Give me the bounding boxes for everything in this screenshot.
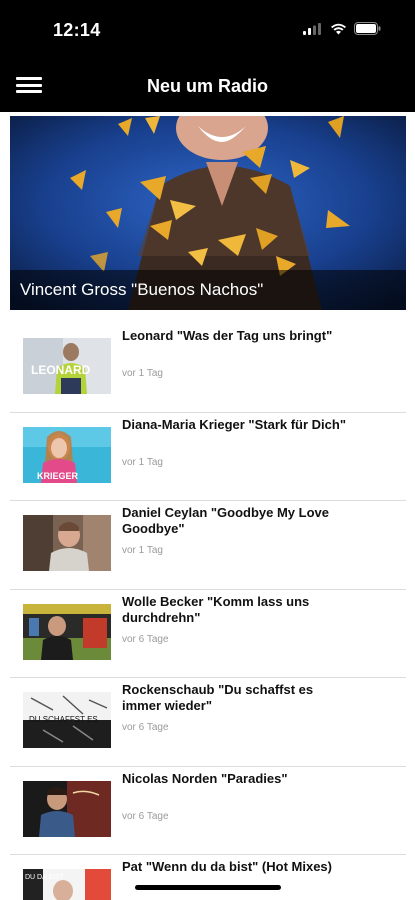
list-item-title: Nicolas Norden "Paradies": [122, 770, 288, 786]
thumbnail-image: [23, 515, 111, 571]
list-item-title: Diana-Maria Krieger "Stark für Dich": [122, 416, 347, 432]
list-item-title: Leonard "Was der Tag uns bringt": [122, 328, 333, 343]
home-indicator[interactable]: [135, 885, 281, 890]
list-item-time: vor 1 Tag: [122, 456, 163, 468]
list-item-title: Pat "Wenn du da bist" (Hot Mixes): [122, 859, 332, 874]
list-item-time: vor 6 Tage: [122, 722, 169, 733]
page-title: Neu um Radio: [146, 76, 268, 96]
status-icons: [303, 22, 381, 35]
hero-card[interactable]: Vincent Gross "Buenos Nachos": [10, 116, 406, 310]
svg-text:DU SCHAFFST ES: DU SCHAFFST ES: [29, 715, 98, 724]
list-item-time: vor 6 Tage: [122, 633, 169, 645]
signal-icon: [303, 22, 321, 35]
status-bar: 12:14: [0, 0, 415, 60]
list-item-time: vor 1 Tag: [122, 368, 163, 379]
list-item-title: Wolle Becker "Komm lass uns durchdrehn": [122, 593, 310, 625]
hero-title[interactable]: Vincent Gross "Buenos Nachos": [20, 280, 263, 300]
list-item[interactable]: LEONARD Leonard "Was der Tag uns bringt"…: [10, 324, 406, 413]
list-item-title: Rockenschaub "Du schaffst es immer wiede…: [122, 682, 314, 713]
thumbnail-image: [23, 603, 111, 660]
thumbnail-image: DU SCHAFFST ES: [23, 692, 111, 748]
thumbnail-image: DU DA BIST: [23, 869, 111, 900]
thumbnail-image: LEONARD: [23, 338, 111, 394]
list-item-time: vor 6 Tage: [122, 810, 169, 822]
list-item[interactable]: Nicolas Norden "Paradies" vor 6 Tage: [10, 767, 406, 855]
list-item[interactable]: DU SCHAFFST ES Rockenschaub "Du schaffst…: [10, 678, 406, 767]
list-item[interactable]: Wolle Becker "Komm lass uns durchdrehn" …: [10, 590, 406, 678]
content-area[interactable]: Vincent Gross "Buenos Nachos" LEONARD Le…: [0, 112, 415, 900]
thumbnail-image: KRIEGER: [23, 426, 111, 483]
thumbnail-image: [23, 780, 111, 837]
list-item[interactable]: DU DA BIST Pat "Wenn du da bist" (Hot Mi…: [10, 855, 406, 900]
list-item-time: vor 1 Tag: [122, 545, 163, 556]
svg-text:DU DA BIST: DU DA BIST: [25, 874, 65, 881]
list-item-title: Daniel Ceylan "Goodbye My Love Goodbye": [122, 505, 329, 536]
svg-text:KRIEGER: KRIEGER: [37, 471, 79, 481]
svg-text:LEONARD: LEONARD: [31, 363, 91, 377]
wifi-icon: [331, 23, 346, 34]
list-item[interactable]: Daniel Ceylan "Goodbye My Love Goodbye" …: [10, 501, 406, 590]
news-list: LEONARD Leonard "Was der Tag uns bringt"…: [10, 324, 406, 900]
battery-icon: [354, 22, 381, 35]
list-item[interactable]: KRIEGER Diana-Maria Krieger "Stark für D…: [10, 413, 406, 501]
app-header: Neu um Radio: [0, 60, 415, 112]
status-time: 12:14: [53, 20, 101, 40]
